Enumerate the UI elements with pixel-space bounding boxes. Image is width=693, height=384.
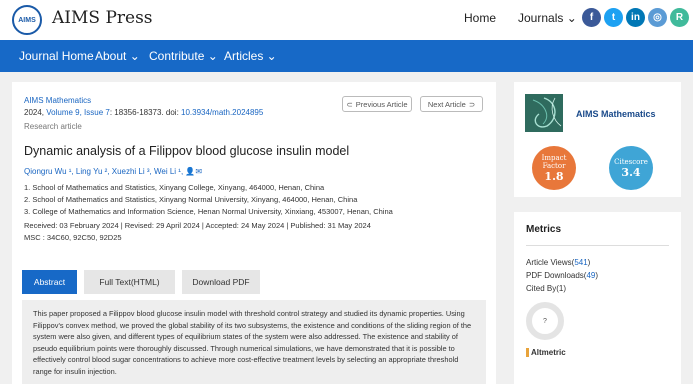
next-article-button[interactable]: Next Article ⊃ — [420, 96, 483, 112]
twitter-icon[interactable]: t — [604, 8, 623, 27]
citation-year: 2024, — [24, 108, 47, 117]
publication-dates: Received: 03 February 2024 | Revised: 29… — [24, 221, 371, 230]
altmetric-donut[interactable]: ? — [526, 302, 564, 340]
citescore-label: Citescore — [614, 157, 648, 166]
main-nav: Journal Home About ⌄ Contribute ⌄ Articl… — [0, 40, 693, 72]
linkedin-icon[interactable]: in — [626, 8, 645, 27]
metrics-divider — [526, 245, 669, 246]
top-header: AIMS AIMS Press Home Journals ⌄ f t in ◎ R — [0, 0, 693, 40]
article-panel: AIMS Mathematics 2024, Volume 9, Issue 7… — [12, 82, 496, 384]
researchgate-icon[interactable]: R — [670, 8, 689, 27]
chevron-right-icon: ⊃ — [468, 99, 476, 109]
msc-codes: MSC : 34C60, 92C50, 92D25 — [24, 233, 122, 242]
nav-about[interactable]: About ⌄ — [95, 49, 140, 63]
nav-articles[interactable]: Articles ⌄ — [224, 49, 277, 63]
impact-factor-badge: Impact Factor 1.8 — [532, 146, 576, 190]
previous-article-label: Previous Article — [355, 99, 408, 109]
article-type: Research article — [24, 122, 82, 131]
metrics-card: Metrics Article Views(541) PDF Downloads… — [514, 212, 681, 384]
metrics-heading: Metrics — [526, 224, 562, 235]
journal-card: AIMS Mathematics Impact Factor 1.8 Cites… — [514, 82, 681, 197]
abstract-text: This paper proposed a Filippov blood glu… — [22, 300, 486, 384]
facebook-icon[interactable]: f — [582, 8, 601, 27]
citation-line: 2024, Volume 9, Issue 7: 18356-18373. do… — [24, 108, 263, 117]
article-title: Dynamic analysis of a Filippov blood glu… — [24, 144, 350, 158]
impact-factor-value: 1.8 — [544, 169, 564, 183]
author-list[interactable]: Qiongru Wu ¹, Ling Yu ², Xuezhi Li ³, We… — [24, 167, 202, 176]
article-views-label: Article Views( — [526, 258, 575, 267]
tab-download-pdf[interactable]: Download PDF — [182, 270, 260, 294]
brand-name[interactable]: AIMS Press — [52, 8, 153, 28]
article-views: Article Views(541) — [526, 258, 591, 267]
affiliation-2: 2. School of Mathematics and Statistics,… — [24, 195, 358, 204]
doi-link[interactable]: 10.3934/math.2024895 — [181, 108, 263, 117]
citation-pages: : 18356-18373. doi: — [109, 108, 182, 117]
citescore-value: 3.4 — [621, 165, 641, 179]
citescore-badge: Citescore 3.4 — [609, 146, 653, 190]
tab-abstract[interactable]: Abstract — [22, 270, 77, 294]
pdf-downloads: PDF Downloads(49) — [526, 271, 599, 280]
tab-full-text[interactable]: Full Text(HTML) — [84, 270, 175, 294]
author-names[interactable]: Qiongru Wu ¹, Ling Yu ², Xuezhi Li ³, We… — [24, 167, 183, 176]
cited-by[interactable]: Cited By(1) — [526, 284, 566, 293]
affiliation-1: 1. School of Mathematics and Statistics,… — [24, 183, 325, 192]
altmetric-badge[interactable]: Altmetric — [526, 348, 566, 357]
nav-contribute[interactable]: Contribute ⌄ — [149, 49, 218, 63]
journals-menu[interactable]: Journals ⌄ — [518, 11, 577, 25]
previous-article-button[interactable]: ⊂ Previous Article — [342, 96, 412, 112]
journal-link[interactable]: AIMS Mathematics — [24, 96, 91, 105]
nav-journal-home[interactable]: Journal Home — [19, 49, 94, 63]
volume-issue-link[interactable]: Volume 9, Issue 7 — [46, 108, 110, 117]
sidebar-journal-name[interactable]: AIMS Mathematics — [576, 109, 656, 119]
chevron-left-icon: ⊂ — [346, 99, 353, 109]
impact-factor-label: Impact Factor — [541, 153, 567, 170]
aims-logo-icon[interactable]: AIMS — [12, 5, 42, 35]
pdf-downloads-label: PDF Downloads( — [526, 271, 587, 280]
wechat-icon[interactable]: ◎ — [648, 8, 667, 27]
journal-cover-image[interactable] — [525, 94, 563, 132]
affiliation-3: 3. College of Mathematics and Informatio… — [24, 207, 393, 216]
article-views-value[interactable]: 541 — [574, 258, 587, 267]
next-article-label: Next Article — [427, 99, 466, 109]
author-contact-icon[interactable]: 👤✉ — [185, 167, 202, 176]
home-link[interactable]: Home — [464, 11, 496, 25]
